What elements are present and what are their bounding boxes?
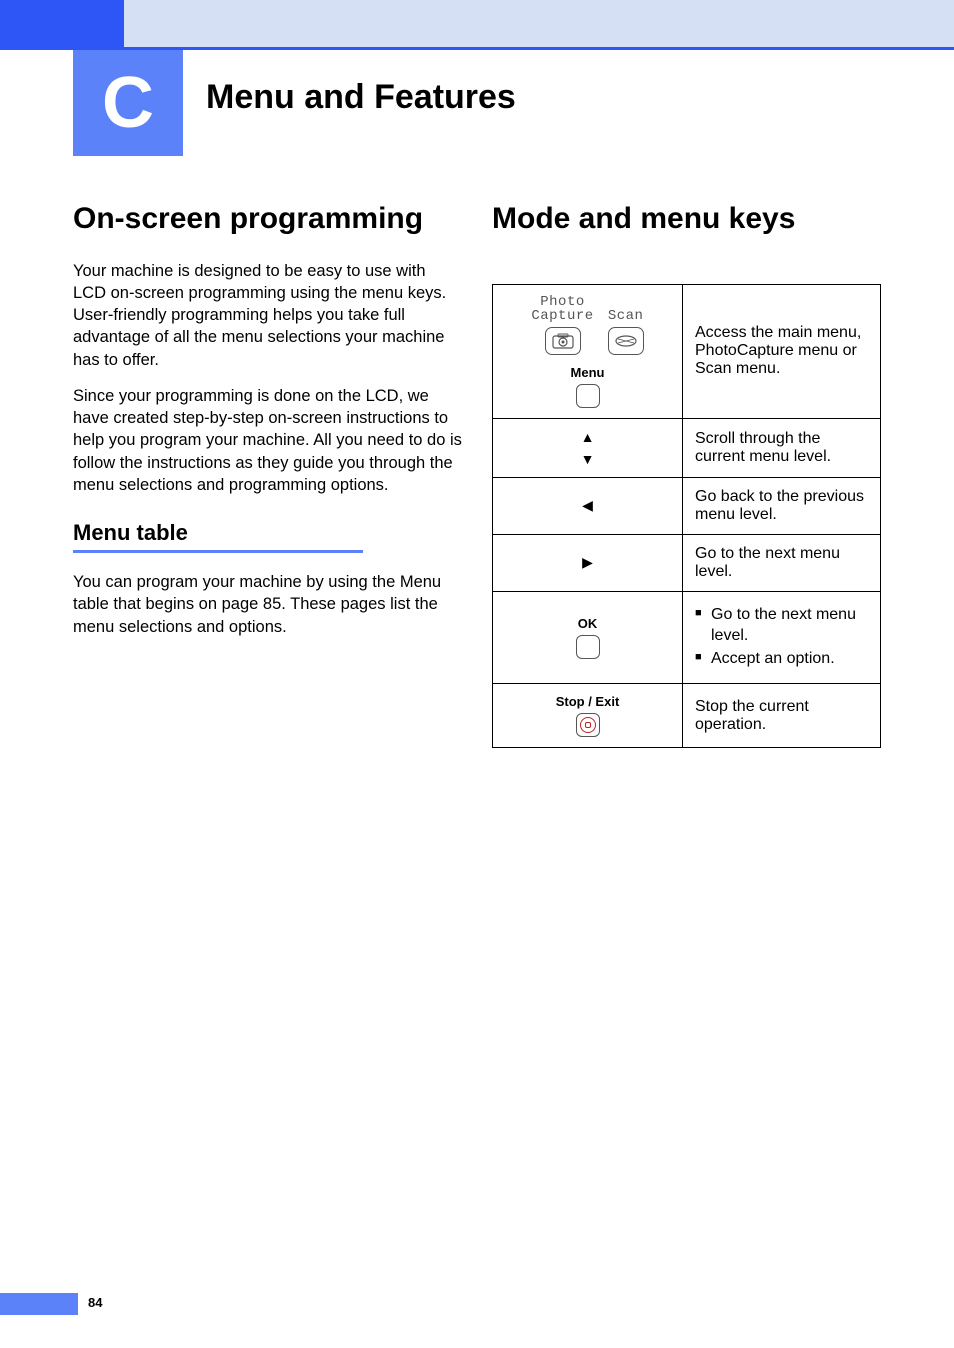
- header-bar: [0, 0, 954, 50]
- page-number: 84: [88, 1295, 102, 1310]
- desc-cell: Access the main menu, PhotoCapture menu …: [683, 284, 881, 418]
- right-arrow-icon: ▶: [582, 554, 593, 570]
- table-row: Stop / Exit Stop the current operation.: [493, 684, 881, 748]
- desc-cell-ok: Go to the next menu level. Accept an opt…: [683, 591, 881, 683]
- key-cell-stop: Stop / Exit: [493, 684, 683, 748]
- capture-label: Capture: [531, 308, 593, 324]
- desc-cell: Go back to the previous menu level.: [683, 477, 881, 534]
- photocapture-icon: [545, 327, 581, 355]
- para-intro-2: Since your programming is done on the LC…: [73, 385, 462, 496]
- chapter-title: Menu and Features: [206, 78, 516, 117]
- scan-icon: [608, 327, 644, 355]
- table-row: ▲ ▼ Scroll through the current menu leve…: [493, 418, 881, 477]
- para-intro-1: Your machine is designed to be easy to u…: [73, 260, 462, 371]
- down-arrow-icon: ▼: [581, 451, 595, 467]
- ok-label: OK: [578, 616, 598, 631]
- desc-cell: Go to the next menu level.: [683, 534, 881, 591]
- subheading-menu-table: Menu table: [73, 520, 462, 546]
- desc-cell: Stop the current operation.: [683, 684, 881, 748]
- table-row: OK Go to the next menu level. Accept an …: [493, 591, 881, 683]
- section-heading-onscreen: On-screen programming: [73, 200, 462, 238]
- mode-menu-keys-table: Photo Capture Scan: [492, 284, 881, 749]
- section-heading-mode-keys: Mode and menu keys: [492, 200, 881, 238]
- left-column: On-screen programming Your machine is de…: [73, 200, 462, 748]
- stop-label: Stop / Exit: [556, 694, 620, 709]
- photo-label: Photo: [540, 294, 585, 310]
- table-row: ▶ Go to the next menu level.: [493, 534, 881, 591]
- page-number-bar: [0, 1293, 78, 1315]
- key-cell-left: ◀: [493, 477, 683, 534]
- up-arrow-icon: ▲: [581, 429, 595, 445]
- key-cell-menu: Photo Capture Scan: [493, 284, 683, 418]
- stop-button-icon: [576, 713, 600, 737]
- desc-cell: Scroll through the current menu level.: [683, 418, 881, 477]
- list-item: Accept an option.: [695, 649, 868, 670]
- header-accent: [0, 0, 124, 50]
- key-cell-updown: ▲ ▼: [493, 418, 683, 477]
- chapter-letter: C: [102, 62, 154, 144]
- menu-label: Menu: [571, 365, 605, 380]
- ok-button-icon: [576, 635, 600, 659]
- table-row: ◀ Go back to the previous menu level.: [493, 477, 881, 534]
- menu-button-icon: [576, 384, 600, 408]
- menu-block-graphic: Photo Capture Scan: [505, 295, 670, 408]
- chapter-badge: C: [73, 50, 183, 156]
- left-arrow-icon: ◀: [582, 497, 593, 513]
- scan-label: Scan: [608, 309, 644, 324]
- para-menu-table: You can program your machine by using th…: [73, 571, 462, 638]
- subheading-rule: [73, 550, 363, 553]
- ok-bullets: Go to the next menu level. Accept an opt…: [695, 605, 868, 670]
- content: On-screen programming Your machine is de…: [73, 200, 881, 748]
- table-row: Photo Capture Scan: [493, 284, 881, 418]
- key-cell-right: ▶: [493, 534, 683, 591]
- list-item: Go to the next menu level.: [695, 605, 868, 647]
- key-cell-ok: OK: [493, 591, 683, 683]
- right-column: Mode and menu keys Photo Capture: [492, 200, 881, 748]
